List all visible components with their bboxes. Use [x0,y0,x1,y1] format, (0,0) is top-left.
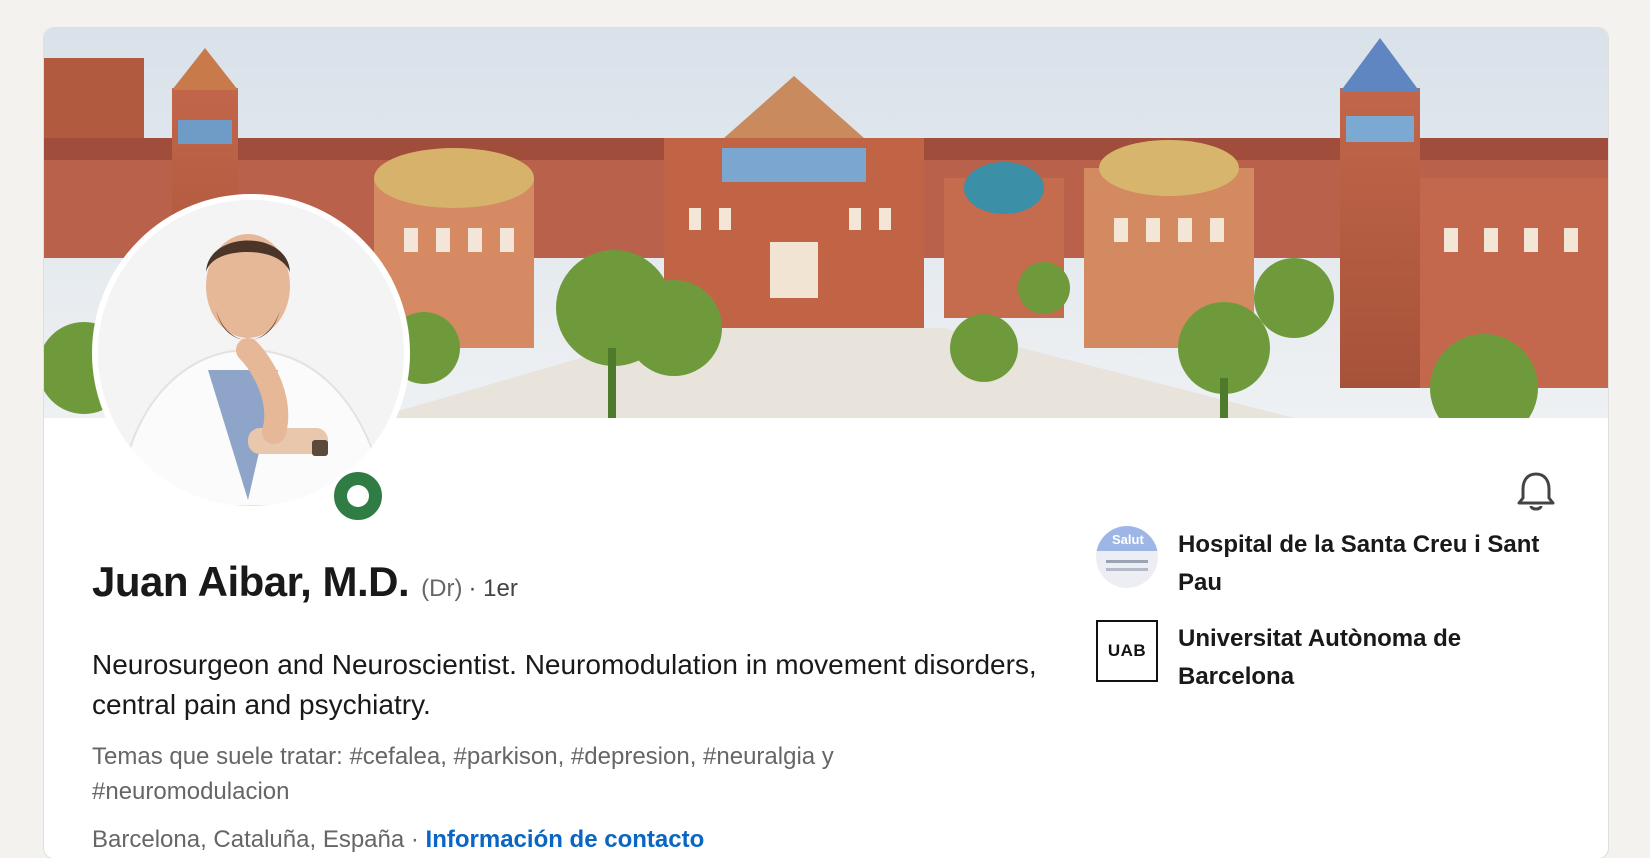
profile-card: Juan Aibar, M.D. (Dr) · 1er Neurosurgeon… [44,28,1608,858]
connection-degree: · 1er [468,575,518,602]
name-row: Juan Aibar, M.D. (Dr) · 1er [92,558,518,606]
profile-headline: Neurosurgeon and Neuroscientist. Neuromo… [92,649,1037,720]
university-logo: UAB [1096,620,1158,682]
contact-info-link[interactable]: Información de contacto [426,826,705,853]
bell-icon[interactable] [1512,468,1560,516]
org-name-hospital: Hospital de la Santa Creu i Sant Pau [1178,531,1540,596]
org-item-hospital[interactable]: Salut Hospital de la Santa Creu i Sant P… [1096,526,1548,602]
profile-topics: Temas que suele tratar: #cefalea, #parki… [92,743,834,805]
profile-location: Barcelona, Cataluña, España [92,826,405,853]
hospital-logo: Salut [1096,526,1158,588]
location-row: Barcelona, Cataluña, España · Informació… [92,826,704,854]
profile-photo-image [98,200,404,506]
hospital-logo-text: Salut [1112,532,1144,547]
org-name-university: Universitat Autònoma de Barcelona [1178,625,1462,690]
location-separator: · [404,826,426,853]
profile-name: Juan Aibar, M.D. [92,558,410,605]
profile-photo[interactable] [92,194,410,512]
profile-pronoun: (Dr) [421,575,463,602]
status-ring-icon [330,468,386,524]
org-item-university[interactable]: UAB Universitat Autònoma de Barcelona [1096,620,1548,696]
